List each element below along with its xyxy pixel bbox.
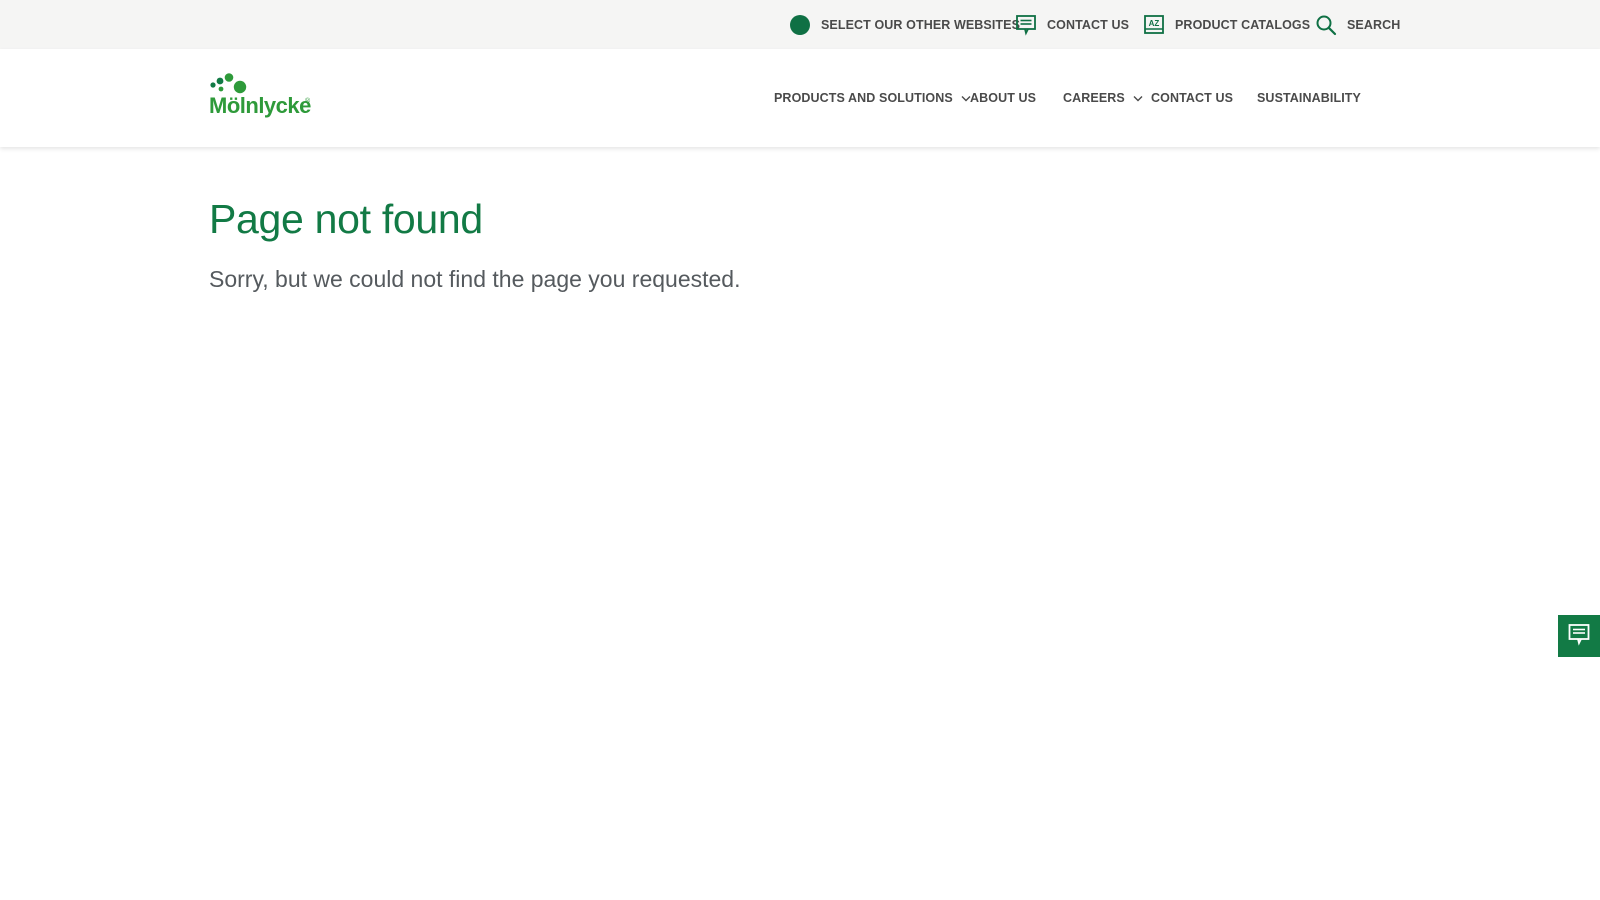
- nav-careers[interactable]: CAREERS: [1063, 82, 1143, 114]
- nav-careers-label: CAREERS: [1063, 91, 1125, 105]
- chat-icon: [1567, 622, 1591, 651]
- product-catalogs-label: PRODUCT CATALOGS: [1175, 17, 1311, 32]
- nav-about-us-label: ABOUT US: [970, 91, 1037, 105]
- product-catalogs-link[interactable]: AZ PRODUCT CATALOGS: [1143, 0, 1310, 49]
- search-link[interactable]: SEARCH: [1315, 0, 1400, 49]
- chevron-down-icon: [1133, 93, 1143, 103]
- logo-dots-graphic: [210, 73, 247, 94]
- page-title: Page not found: [209, 196, 483, 242]
- brand-logo[interactable]: Mölnlycke ®: [209, 73, 313, 125]
- nav-products-and-solutions-label: PRODUCTS AND SOLUTIONS: [774, 91, 953, 105]
- nav-about-us[interactable]: ABOUT US: [970, 82, 1036, 114]
- search-label: SEARCH: [1347, 17, 1401, 32]
- nav-contact-us[interactable]: CONTACT US: [1151, 82, 1233, 114]
- logo-wordmark: Mölnlycke: [209, 93, 311, 118]
- utility-contact-us-link[interactable]: CONTACT US: [1015, 0, 1129, 49]
- select-other-websites-link[interactable]: SELECT OUR OTHER WEBSITES: [789, 0, 1020, 49]
- nav-contact-us-label: CONTACT US: [1151, 91, 1234, 105]
- chat-icon: [1015, 14, 1037, 36]
- error-message: Sorry, but we could not find the page yo…: [209, 266, 741, 292]
- utility-bar: SELECT OUR OTHER WEBSITES CONTACT US AZ …: [0, 0, 1600, 49]
- svg-text:AZ: AZ: [1149, 19, 1160, 28]
- select-other-websites-label: SELECT OUR OTHER WEBSITES: [821, 17, 1021, 32]
- nav-sustainability-label: SUSTAINABILITY: [1257, 91, 1361, 105]
- globe-icon: [789, 14, 811, 36]
- catalog-az-icon: AZ: [1143, 14, 1165, 36]
- utility-contact-us-label: CONTACT US: [1047, 17, 1130, 32]
- nav-sustainability[interactable]: SUSTAINABILITY: [1257, 82, 1361, 114]
- logo-registered-mark: ®: [305, 98, 311, 105]
- nav-products-and-solutions[interactable]: PRODUCTS AND SOLUTIONS: [774, 82, 971, 114]
- search-icon: [1315, 14, 1337, 36]
- feedback-button[interactable]: [1558, 615, 1600, 657]
